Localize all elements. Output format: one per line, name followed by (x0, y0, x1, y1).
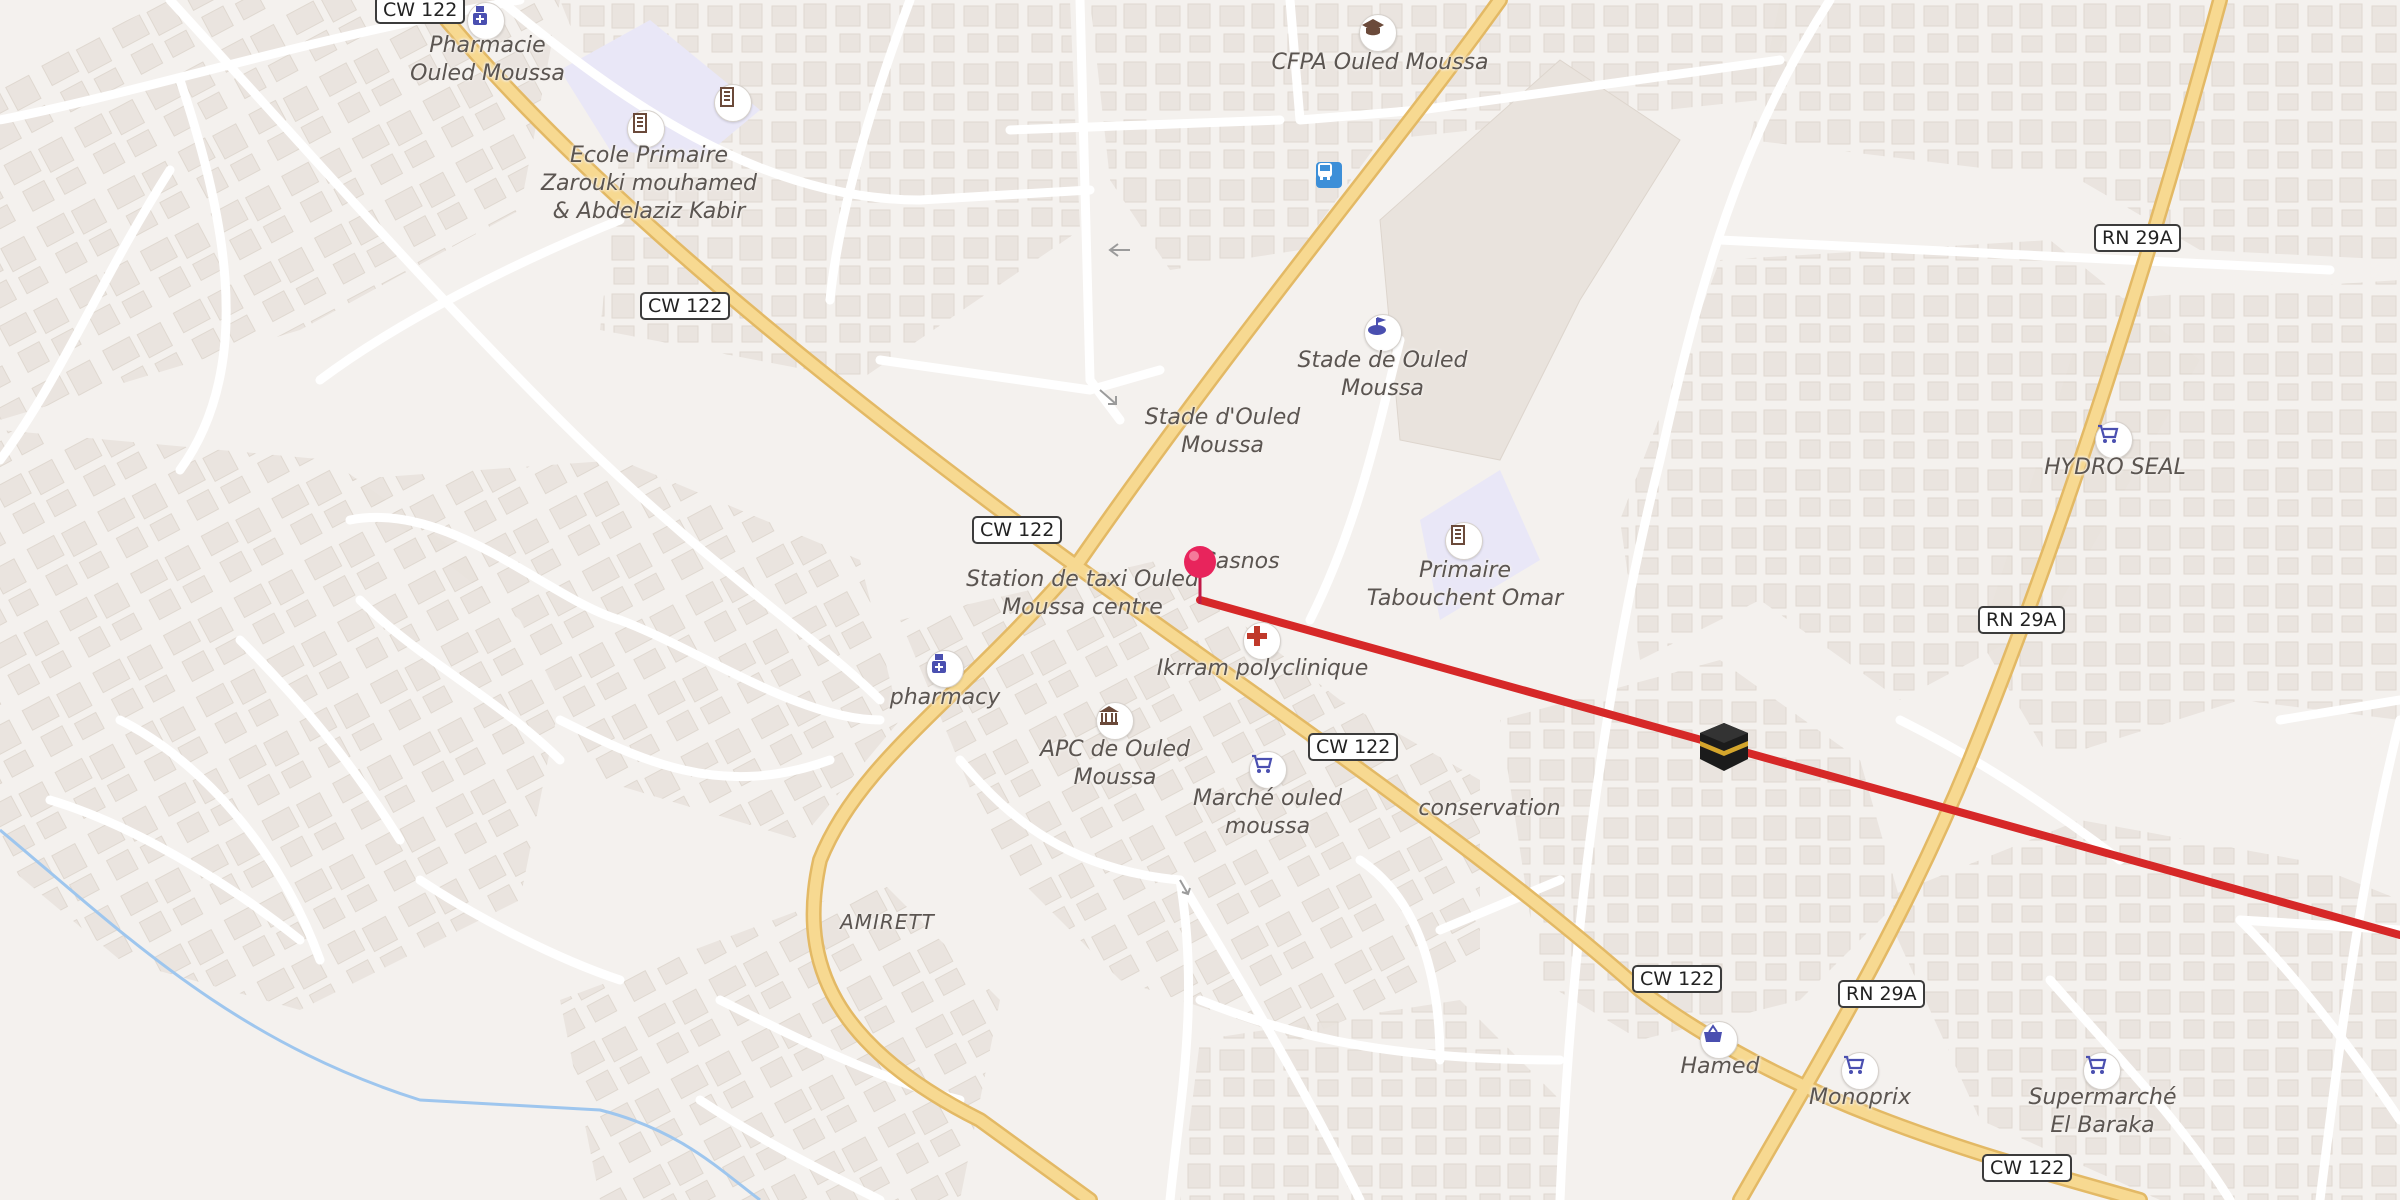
place-label-primaire-tabouchent-omar: Primaire Tabouchent Omar (1366, 558, 1564, 611)
place-label-hydro-seal: HYDRO SEAL (2044, 455, 2186, 480)
road-shield: CW 122 (1982, 1154, 2073, 1182)
road-shield: CW 122 (1308, 733, 1399, 761)
road-shield: CW 122 (640, 292, 731, 320)
place-label-station-de-taxi: Station de taxi Ouled Moussa centre (966, 567, 1199, 620)
place-label-ecole-primaire: Ecole Primaire Zarouki mouhamed & Abdela… (540, 143, 758, 224)
road-shield: RN 29A (2094, 224, 2181, 252)
kaaba-icon[interactable] (1696, 719, 1752, 775)
road-shield: RN 29A (1978, 606, 2065, 634)
area-label-amirett: AMIRETT (840, 910, 935, 934)
place-label-hamed: Hamed (1680, 1054, 1760, 1079)
place-label-conservation: conservation (1418, 796, 1561, 821)
road-shield: RN 29A (1838, 980, 1925, 1008)
map-pin-icon[interactable] (1182, 544, 1218, 606)
place-label-stade-de-ouled-moussa: Stade de Ouled Moussa (1297, 348, 1468, 401)
place-label-pharmacy: pharmacy (889, 685, 1001, 710)
place-label-ikrram-polyclinique: Ikrram polyclinique (1156, 656, 1369, 681)
school-icon[interactable] (714, 84, 752, 122)
road-shield: CW 122 (1632, 965, 1723, 993)
place-label-stade-d-ouled-moussa: Stade d'Ouled Moussa (1144, 405, 1301, 458)
place-label-supermarche-el-baraka: Supermarché El Baraka (2028, 1085, 2177, 1138)
road-shield: CW 122 (972, 516, 1063, 544)
school-icon[interactable] (1445, 522, 1483, 560)
bus-stop-icon[interactable] (1316, 162, 1342, 188)
shopping-cart-icon[interactable] (1249, 751, 1287, 789)
town-hall-icon[interactable] (1096, 702, 1134, 740)
place-label-pharmacie-ouled-moussa: Pharmacie Ouled Moussa (410, 33, 565, 86)
place-label-cfpa: CFPA Ouled Moussa (1271, 50, 1489, 75)
road-shield: CW 122 (375, 0, 466, 24)
map-canvas[interactable]: CW 122 CW 122 CW 122 CW 122 CW 122 CW 12… (0, 0, 2400, 1200)
place-label-monoprix: Monoprix (1809, 1085, 1911, 1110)
place-label-marche-ouled-moussa: Marché ouled moussa (1192, 786, 1343, 839)
pharmacy-icon[interactable] (926, 650, 964, 688)
place-label-apc-de-ouled-moussa: APC de Ouled Moussa (1039, 737, 1191, 790)
graduation-cap-icon[interactable] (1359, 14, 1397, 52)
